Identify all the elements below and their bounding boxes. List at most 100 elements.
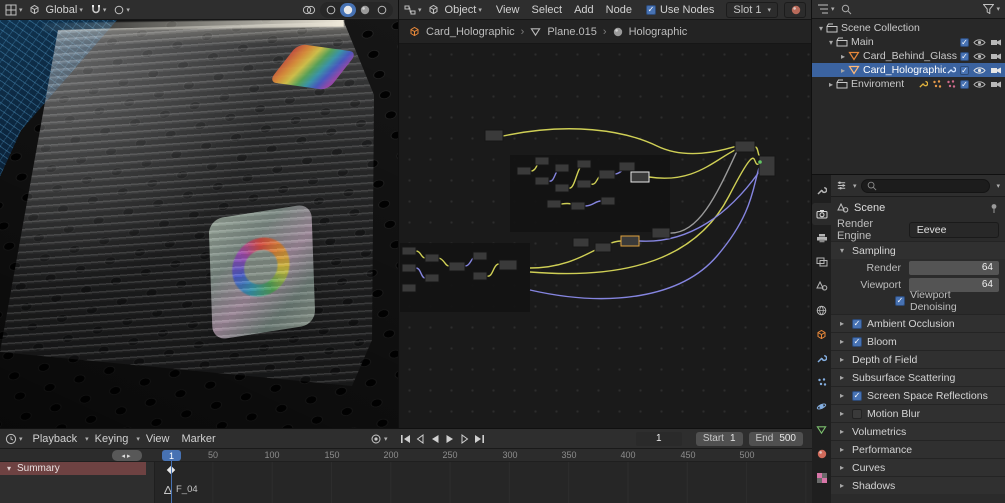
timeline-channel-list[interactable]: ▾ Summary [0,462,155,503]
options-chevron-icon[interactable]: ▾ [996,182,1000,190]
menu-node[interactable]: Node [600,4,638,16]
end-frame-field[interactable]: End 500 [748,431,803,446]
tab-object-data[interactable] [812,419,831,441]
section-checkbox[interactable]: ✓ [852,336,862,347]
editor-type-icon[interactable] [5,433,17,445]
editor-type-icon[interactable] [817,3,829,15]
section-motion-blur[interactable]: ▸ ✓ Motion Blur [831,404,1005,422]
next-keyframe-button[interactable] [458,432,473,446]
tab-tool[interactable] [812,179,831,201]
hide-eye-icon[interactable] [973,66,986,75]
tab-modifiers[interactable] [812,347,831,369]
outliner-row-main[interactable]: ▾ Main ✓ [812,35,1005,49]
transform-orientation-dropdown[interactable]: Global [40,4,78,16]
properties-editor[interactable]: ▾ ▾ Scene Render Engine Eevee ▾ Sampling [812,175,1005,503]
tab-view-layer[interactable] [812,251,831,273]
menu-playback[interactable]: Playback [27,433,84,445]
shader-type-dropdown[interactable]: Object [439,4,477,16]
disclosure-icon[interactable]: ▸ [838,66,848,75]
proportional-chevron-icon[interactable]: ▾ [126,6,130,14]
timeline-marker[interactable]: F_04 [164,484,198,495]
jump-to-start-button[interactable] [398,432,413,446]
section-sampling[interactable]: ▾ Sampling [831,241,1005,259]
section-performance[interactable]: ▸ Performance [831,440,1005,458]
viewport-denoising-checkbox[interactable]: ✓ [895,296,905,306]
tab-material[interactable] [812,443,831,465]
shader-node-editor[interactable]: ▾ Object ▾ View Select Add Node ✓ Use No… [399,0,812,428]
disclosure-icon[interactable]: ▾ [826,38,836,47]
editor-type-chevron-icon[interactable]: ▾ [19,6,23,14]
shader-type-chevron-icon[interactable]: ▾ [478,6,482,14]
shading-material-icon[interactable] [357,3,373,17]
shading-rendered-icon[interactable] [374,3,390,17]
menu-add[interactable]: Add [568,4,600,16]
section-shadows[interactable]: ▸ Shadows [831,476,1005,494]
menu-view[interactable]: View [140,433,176,445]
disclosure-icon[interactable]: ▸ [826,80,836,89]
menu-keying[interactable]: Keying [89,433,135,445]
outliner[interactable]: ▾ ▾ ▾ Scene Collection ▾ Main ✓ ▸ Card_B… [812,0,1005,175]
outliner-row-enviroment[interactable]: ▸ Enviroment ✓ [812,77,1005,91]
render-engine-dropdown[interactable]: Eevee [908,222,999,238]
section-screen-space-reflections[interactable]: ▸ ✓ Screen Space Reflections [831,386,1005,404]
start-frame-field[interactable]: Start 1 [695,431,743,446]
disclosure-icon[interactable]: ▾ [816,24,826,33]
timeline-editor[interactable]: ▾ Playback ▾ Keying ▾ View Marker ▾ 1 Star… [0,428,812,503]
use-nodes-checkbox[interactable]: ✓ [645,4,656,15]
menu-select[interactable]: Select [525,4,568,16]
disclosure-icon[interactable]: ▸ [838,52,848,61]
editor-type-icon[interactable] [404,4,416,16]
snap-chevron-icon[interactable]: ▾ [103,6,107,14]
hide-eye-icon[interactable] [973,52,986,61]
section-curves[interactable]: ▸ Curves [831,458,1005,476]
3d-viewport[interactable]: ▾ Global ▾ ▾ ▾ [0,0,399,428]
render-camera-icon[interactable] [990,38,1002,47]
editor-type-icon[interactable] [836,180,847,191]
auto-keying-record-icon[interactable] [370,433,382,445]
summary-channel-row[interactable]: ▾ Summary [0,462,146,475]
editor-type-icon[interactable] [5,4,17,16]
tab-output[interactable] [812,227,831,249]
render-samples-field[interactable]: 64 [909,260,999,275]
filter-chevron-icon[interactable]: ▾ [996,5,1000,13]
editor-type-chevron-icon[interactable]: ▾ [831,5,835,13]
zoom-scrubber-handle[interactable]: ◂▸ [112,450,142,461]
tab-world[interactable] [812,299,831,321]
menu-marker[interactable]: Marker [175,433,221,445]
tab-render[interactable] [812,203,831,225]
outliner-row-scene-collection[interactable]: ▾ Scene Collection [812,21,1005,35]
current-frame-field[interactable]: 1 [635,431,682,446]
exclude-checkbox[interactable]: ✓ [960,51,969,61]
render-camera-icon[interactable] [990,52,1002,61]
tab-object[interactable] [812,323,831,345]
outliner-row-card-behind-glass[interactable]: ▸ Card_Behind_Glass ✓ [812,49,1005,63]
search-icon[interactable] [841,4,852,15]
properties-search-input[interactable] [860,178,991,193]
timeline-ruler[interactable]: 50 100 150 200 250 300 350 400 450 500 ◂… [0,449,812,462]
exclude-checkbox[interactable]: ✓ [960,79,969,89]
pin-icon[interactable] [989,203,999,213]
snap-magnet-icon[interactable] [91,4,101,15]
tab-texture[interactable] [812,467,831,489]
section-ambient-occlusion[interactable]: ▸ ✓ Ambient Occlusion [831,314,1005,332]
section-checkbox[interactable]: ✓ [852,318,862,329]
editor-type-chevron-icon[interactable]: ▾ [853,182,857,190]
disclosure-icon[interactable]: ▾ [4,464,14,473]
node-graph-canvas[interactable] [399,44,811,428]
play-button[interactable] [443,432,458,446]
play-reverse-button[interactable] [428,432,443,446]
hide-eye-icon[interactable] [973,38,986,47]
render-camera-icon[interactable] [990,66,1002,75]
modifier-wrench-icon[interactable] [946,65,956,75]
shading-wireframe-icon[interactable] [323,3,339,17]
shading-solid-icon[interactable] [340,2,356,17]
editor-type-chevron-icon[interactable]: ▾ [418,6,422,14]
slot-dropdown[interactable]: Slot 1 ▾ [726,1,779,18]
exclude-checkbox[interactable]: ✓ [960,37,969,47]
current-frame-indicator[interactable]: 1 [162,450,181,461]
proportional-editing-icon[interactable] [114,5,124,15]
section-bloom[interactable]: ▸ ✓ Bloom [831,332,1005,350]
orientation-chevron-icon[interactable]: ▾ [79,6,83,14]
outliner-row-card-holographic[interactable]: ▸ Card_Holographic ✓ [812,63,1005,77]
auto-keying-chevron-icon[interactable]: ▾ [384,435,388,443]
